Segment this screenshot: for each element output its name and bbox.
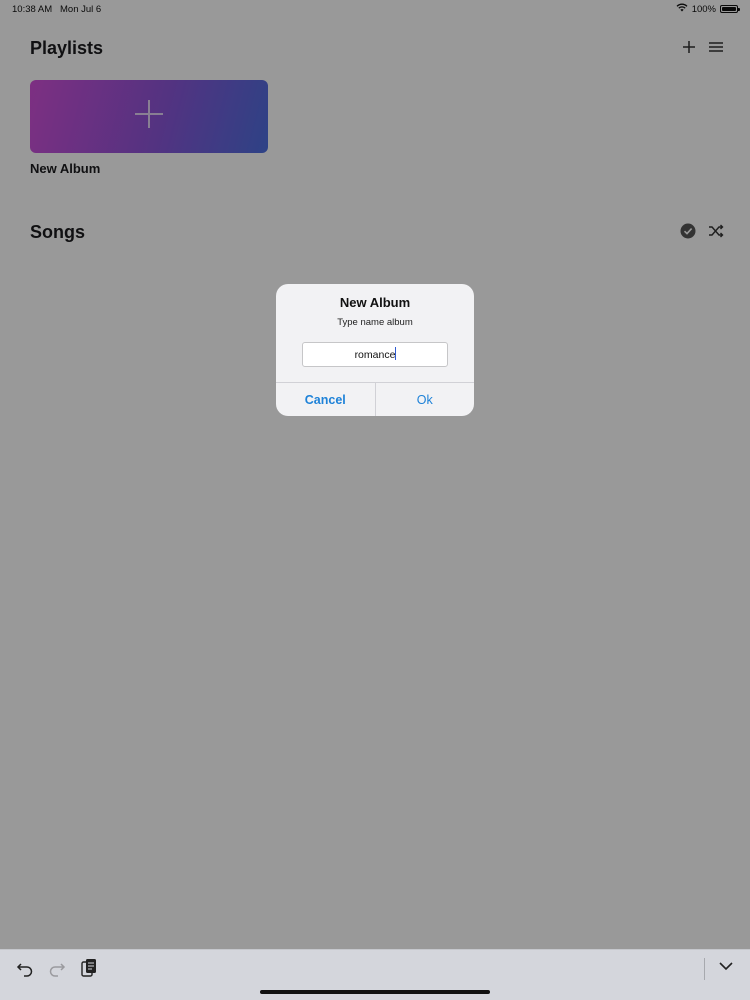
shortcut-right-group — [718, 958, 734, 974]
album-name-input[interactable] — [302, 342, 448, 367]
dialog-message: Type name album — [337, 317, 413, 328]
undo-icon[interactable] — [16, 959, 34, 977]
shortcut-left-group — [16, 958, 98, 978]
modal-overlay — [0, 0, 750, 1000]
cancel-button[interactable]: Cancel — [276, 383, 376, 416]
home-indicator — [260, 990, 490, 994]
shortcut-divider — [704, 958, 705, 980]
dismiss-keyboard-icon[interactable] — [718, 958, 734, 974]
dialog-buttons: Cancel Ok — [276, 382, 474, 416]
ok-button[interactable]: Ok — [376, 383, 475, 416]
new-album-dialog: New Album Type name album Cancel Ok — [276, 284, 474, 416]
dialog-title: New Album — [339, 295, 411, 310]
music-app: 10:38 AM Mon Jul 6 100% Playlists New Al… — [0, 0, 750, 1000]
text-caret — [395, 347, 396, 360]
paste-icon[interactable] — [80, 958, 98, 978]
redo-icon[interactable] — [48, 959, 66, 977]
